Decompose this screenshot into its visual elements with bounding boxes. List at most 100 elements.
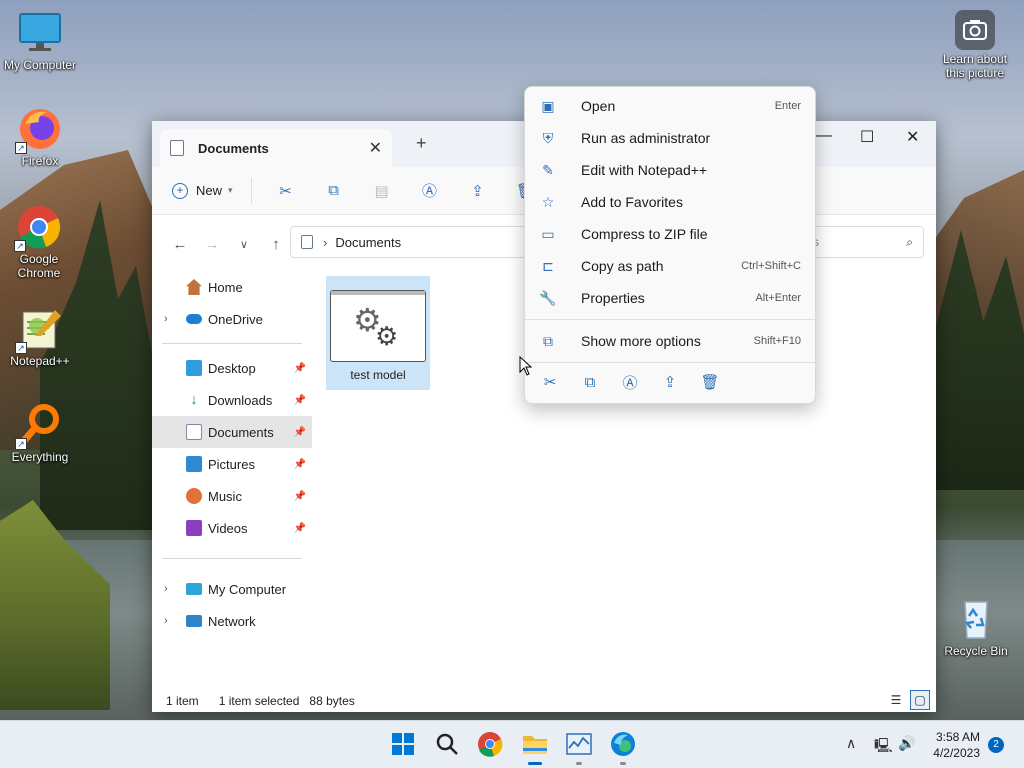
download-arrow-icon: ↓ xyxy=(190,391,198,408)
minimize-button[interactable]: — xyxy=(816,127,832,145)
share-button[interactable]: ⇪ xyxy=(454,175,502,207)
pictures-icon xyxy=(186,456,202,472)
up-button[interactable]: ↑ xyxy=(260,236,292,253)
new-tab-button[interactable]: + xyxy=(416,133,427,154)
sidebar-item-videos[interactable]: Videos 📌 xyxy=(152,512,312,544)
sidebar-item-label: My Computer xyxy=(208,581,287,597)
recent-locations-button[interactable]: ∨ xyxy=(228,238,260,251)
volume-icon[interactable]: 🔊 xyxy=(898,735,915,752)
sidebar-item-label: Home xyxy=(208,279,243,295)
mouse-cursor-icon xyxy=(519,355,533,379)
close-window-button[interactable]: ✕ xyxy=(906,127,919,147)
menu-item-shortcut: Alt+Enter xyxy=(755,292,801,304)
view-switcher: ☰ ▢ xyxy=(886,690,930,710)
sidebar-item-network[interactable]: › Network xyxy=(152,605,312,637)
context-quick-actions: ✂ ⧉ Ⓐ ⇪ 🗑 xyxy=(525,368,815,396)
edge-taskbar-icon[interactable] xyxy=(608,729,638,765)
details-view-button[interactable]: ☰ xyxy=(886,690,906,710)
cut-icon[interactable]: ✂ xyxy=(537,368,563,396)
rename-icon[interactable]: Ⓐ xyxy=(617,368,643,396)
sidebar-item-onedrive[interactable]: › OneDrive xyxy=(152,303,312,335)
tab-documents[interactable]: Documents ✕ xyxy=(160,129,392,167)
new-button[interactable]: + New ▾ xyxy=(172,177,252,204)
delete-icon[interactable]: 🗑 xyxy=(697,368,723,396)
chrome-icon: ↗ xyxy=(14,204,62,252)
chevron-right-icon: › xyxy=(323,234,328,250)
share-icon[interactable]: ⇪ xyxy=(657,368,683,396)
desktop-icon-my-computer[interactable]: My Computer xyxy=(0,10,80,72)
divider xyxy=(525,362,815,363)
menu-item-properties[interactable]: 🔧 Properties Alt+Enter xyxy=(525,282,815,314)
close-tab-icon[interactable]: ✕ xyxy=(369,138,382,158)
desktop-icon-label: Google Chrome xyxy=(17,252,61,280)
selection-info: 1 item selected 88 bytes xyxy=(219,694,355,708)
sidebar-item-pictures[interactable]: Pictures 📌 xyxy=(152,448,312,480)
tiles-view-button[interactable]: ▢ xyxy=(910,690,930,710)
menu-item-copy-as-path[interactable]: ⊏ Copy as path Ctrl+Shift+C xyxy=(525,250,815,282)
sidebar-item-my-computer[interactable]: › My Computer xyxy=(152,573,312,605)
desktop-folder-icon xyxy=(186,360,202,376)
desktop-icon-firefox[interactable]: ↗ Firefox xyxy=(0,106,80,168)
file-item-test-model[interactable]: ⚙ ⚙ test model xyxy=(326,276,430,390)
rename-button[interactable]: Ⓐ xyxy=(406,175,454,207)
menu-item-label: Properties xyxy=(581,290,645,306)
menu-item-label: Open xyxy=(581,98,616,114)
sidebar-item-label: Network xyxy=(208,613,256,629)
task-manager-taskbar-icon[interactable] xyxy=(564,729,594,765)
desktop-icon-learn-about-picture[interactable]: Learn about this picture xyxy=(934,10,1016,80)
start-button[interactable] xyxy=(388,729,418,759)
wallpaper-grass xyxy=(0,500,110,710)
chevron-right-icon[interactable]: › xyxy=(164,583,168,595)
sidebar-item-music[interactable]: Music 📌 xyxy=(152,480,312,512)
copy-icon[interactable]: ⧉ xyxy=(577,368,603,396)
clock[interactable]: 3:58 AM 4/2/2023 xyxy=(933,729,980,761)
sidebar-item-desktop[interactable]: Desktop 📌 xyxy=(152,352,312,384)
sidebar-item-label: Music xyxy=(208,488,242,504)
sidebar-item-home[interactable]: Home xyxy=(152,271,312,303)
menu-item-open[interactable]: ▣ Open Enter xyxy=(525,90,815,122)
search-button[interactable] xyxy=(432,729,462,759)
menu-item-add-to-favorites[interactable]: ☆ Add to Favorites xyxy=(525,186,815,218)
selected-count: 1 item selected xyxy=(218,694,300,708)
sidebar-item-label: Documents xyxy=(208,424,274,440)
shortcut-arrow-icon: ↗ xyxy=(15,342,27,354)
recycle-bin-icon xyxy=(953,596,999,642)
navigation-pane: Home › OneDrive Desktop 📌 ↓ Downloads 📌 … xyxy=(152,271,312,637)
music-icon xyxy=(186,488,202,504)
desktop-icon-notepadpp[interactable]: ↗ Notepad++ xyxy=(0,306,80,368)
desktop-icon-chrome[interactable]: ↗ Google Chrome xyxy=(0,204,78,280)
sidebar-item-label: Pictures xyxy=(208,456,255,472)
file-thumbnail: ⚙ ⚙ xyxy=(330,290,426,362)
open-window-icon: ▣ xyxy=(541,97,555,114)
forward-button[interactable]: → xyxy=(196,236,228,253)
sidebar-item-label: Desktop xyxy=(208,360,256,376)
network-icon xyxy=(186,615,202,627)
chrome-taskbar-icon[interactable] xyxy=(475,729,505,759)
sidebar-item-downloads[interactable]: ↓ Downloads 📌 xyxy=(152,384,312,416)
maximize-button[interactable]: ☐ xyxy=(860,127,874,147)
sidebar-item-documents[interactable]: Documents 📌 xyxy=(152,416,312,448)
back-button[interactable]: ← xyxy=(164,236,196,253)
chevron-right-icon[interactable]: › xyxy=(164,313,168,325)
desktop-icon-label: Firefox xyxy=(21,154,59,168)
menu-item-compress-to-zip[interactable]: ▭ Compress to ZIP file xyxy=(525,218,815,250)
cut-button[interactable]: ✂ xyxy=(262,175,310,207)
menu-item-show-more-options[interactable]: ⧉ Show more options Shift+F10 xyxy=(525,325,815,357)
menu-item-edit-with-notepadpp[interactable]: ✎ Edit with Notepad++ xyxy=(525,154,815,186)
desktop-icon-label: Recycle Bin xyxy=(944,644,1008,658)
menu-item-label: Compress to ZIP file xyxy=(581,226,708,242)
chevron-right-icon[interactable]: › xyxy=(164,615,168,627)
copy-button[interactable]: ⧉ xyxy=(310,175,358,207)
address-bar[interactable]: › Documents xyxy=(290,226,526,258)
camera-icon xyxy=(955,10,995,50)
desktop-icon-everything[interactable]: ↗ Everything xyxy=(0,402,80,464)
desktop-icon-recycle-bin[interactable]: Recycle Bin xyxy=(936,596,1016,658)
paste-button[interactable]: ▤ xyxy=(358,175,406,207)
file-explorer-taskbar-icon[interactable] xyxy=(520,729,550,765)
menu-item-run-as-administrator[interactable]: ⛨ Run as administrator xyxy=(525,122,815,154)
monitor-icon xyxy=(17,10,63,56)
show-hidden-icons-button[interactable]: ∧ xyxy=(846,735,856,752)
notification-badge[interactable]: 2 xyxy=(988,737,1004,753)
network-status-icon[interactable]: 🖳 xyxy=(874,735,893,759)
desktop-icon-label: Everything xyxy=(11,450,69,464)
